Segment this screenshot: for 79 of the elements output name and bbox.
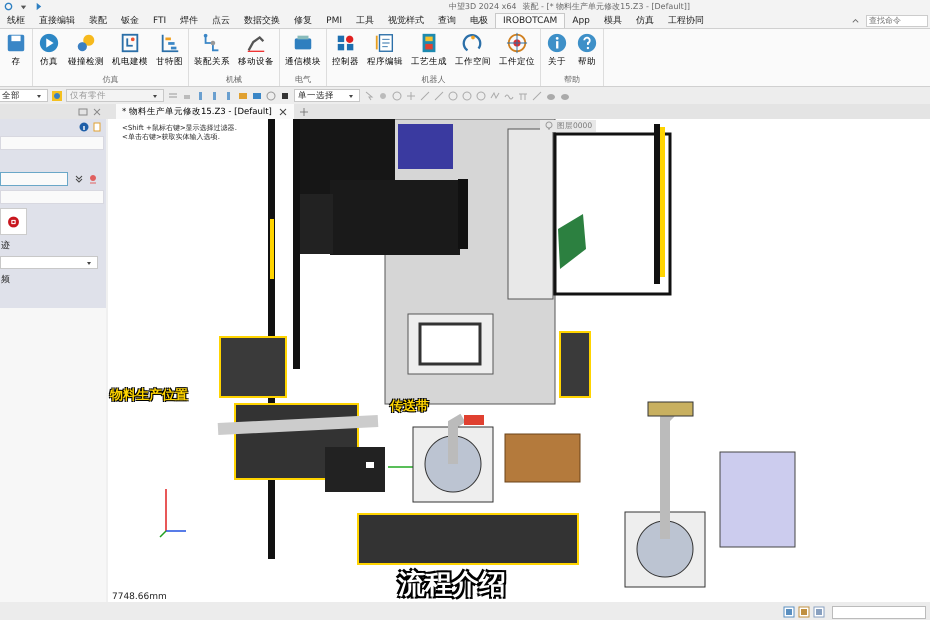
menu-tab[interactable]: 仿真 [628,13,661,28]
ribbon-button[interactable]: 工艺生成 [409,31,449,74]
menu-tab[interactable]: IROBOTCAM [495,13,566,28]
play-icon[interactable] [34,2,43,11]
field-label: 迹 [0,240,11,252]
ribbon-group-label: 机械 [225,74,243,86]
menu-tab[interactable]: App [565,13,597,28]
document-tab[interactable]: * 物料生产单元修改15.Z3 - [Default] [116,104,294,119]
ribbon-group-label: 仿真 [102,74,120,86]
ribbon-group-label: 机器人 [420,74,446,86]
menu-tab[interactable]: 工具 [349,13,382,28]
dropdown[interactable] [0,256,98,269]
plus-icon[interactable] [300,108,308,116]
info-icon [546,32,568,54]
menu-tab[interactable]: PMI [319,13,350,28]
window-title: 装配 - [* 物料生产单元修改15.Z3 - [Default]] [522,1,690,12]
menu-tab[interactable]: 模具 [596,13,629,28]
menu-tab[interactable]: 线框 [0,13,32,28]
menu-tab[interactable]: 焊件 [173,13,206,28]
command-field[interactable] [832,606,926,618]
video-caption: 流程介绍 [398,568,506,602]
menu-tab[interactable]: 工程协同 [660,13,711,28]
scale-readout: 7748.66mm [112,592,167,602]
filter-dropdown[interactable]: 全部 [0,89,48,102]
scene-label: 物料生产位置 [110,386,188,404]
menu-tab[interactable]: 视觉样式 [381,13,432,28]
close-icon[interactable] [278,106,288,116]
axis-triad-icon [158,487,188,539]
selection-dropdown[interactable]: 单一选择 [294,89,360,102]
ribbon-group-label: 帮助 [563,74,581,86]
menu-tab[interactable]: 数据交换 [237,13,288,28]
ribbon-button[interactable]: 机电建模 [110,31,150,74]
circuit-icon [119,32,141,54]
target-icon [506,32,528,54]
input-field[interactable] [0,136,104,150]
refresh-icon[interactable] [4,2,13,11]
filter-icon[interactable] [52,90,62,100]
ribbon-button[interactable]: 移动设备 [236,31,276,74]
ribbon-button[interactable]: 程序编辑 [365,31,405,74]
help-icon [576,32,598,54]
collapse-icon[interactable] [851,16,860,25]
menu-tab[interactable]: 装配 [82,13,114,28]
app-title: 中望3D 2024 x64 [448,1,516,12]
search-field[interactable]: 查找命令 [866,14,928,26]
ribbon-button[interactable]: 控制器 [330,31,361,74]
ribbon-button[interactable]: 关于 [544,31,570,74]
arc-arm-icon [462,32,484,54]
ribbon-button[interactable]: 工件定位 [497,31,537,74]
menu-tab[interactable]: 电极 [463,13,496,28]
menu-tab[interactable]: 修复 [287,13,320,28]
pin-icon[interactable] [88,174,98,184]
document-icon [374,32,396,54]
menu-tab[interactable]: 钣金 [114,13,146,28]
play-icon [38,32,60,54]
double-chevron-icon[interactable] [74,174,84,184]
bulb-icon[interactable] [544,121,554,131]
window-icon[interactable] [798,606,810,618]
ribbon-button[interactable]: 存 [3,31,29,74]
menu-tab[interactable]: 查询 [431,13,464,28]
window-icon[interactable] [813,606,825,618]
spheres-icon [75,32,97,54]
ribbon-button[interactable]: 通信模块 [283,31,323,74]
ribbon-group-label: 电气 [294,74,312,86]
ribbon-button[interactable]: 碰撞检测 [66,31,106,74]
field-label: 频 [0,274,11,286]
ribbon-button[interactable]: 帮助 [574,31,600,74]
menu-tab[interactable]: FTI [146,13,174,28]
minimize-icon[interactable] [78,106,88,116]
window-icon[interactable] [783,606,795,618]
info-icon[interactable] [79,122,89,132]
ribbon-button[interactable]: 甘特图 [154,31,185,74]
menu-tab[interactable]: 直接编辑 [32,13,82,28]
ribbon-button[interactable]: 工作空间 [453,31,493,74]
ribbon-button[interactable]: 仿真 [36,31,62,74]
menu-tab[interactable]: 点云 [205,13,238,28]
ribbon-button[interactable]: 装配关系 [192,31,232,74]
stop-button[interactable] [0,208,27,235]
input-field[interactable] [0,172,68,186]
input-field[interactable] [0,190,104,204]
